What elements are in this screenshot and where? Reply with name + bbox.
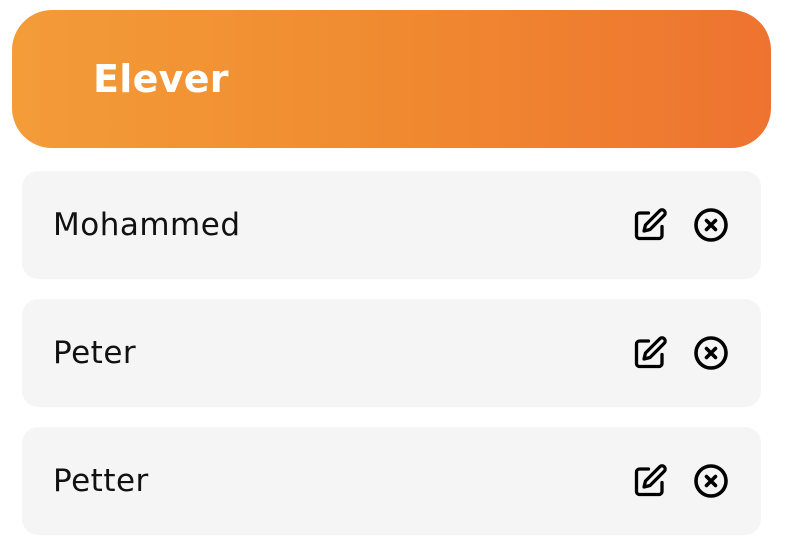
delete-button[interactable] <box>693 207 729 243</box>
delete-button[interactable] <box>693 335 729 371</box>
x-circle-icon <box>694 208 728 242</box>
list-item: Petter <box>22 427 761 535</box>
student-name: Peter <box>53 335 137 371</box>
edit-button[interactable] <box>632 335 668 371</box>
edit-icon <box>634 336 667 369</box>
x-circle-icon <box>694 464 728 498</box>
list-item: Peter <box>22 299 761 407</box>
delete-button[interactable] <box>693 463 729 499</box>
page: Elever Mohammed Peter Petter <box>0 0 786 548</box>
edit-button[interactable] <box>632 207 668 243</box>
x-circle-icon <box>694 336 728 370</box>
student-name: Petter <box>53 463 149 499</box>
page-title: Elever <box>93 57 229 101</box>
list-item: Mohammed <box>22 171 761 279</box>
edit-icon <box>634 464 667 497</box>
edit-button[interactable] <box>632 463 668 499</box>
student-list: Mohammed Peter Petter <box>22 171 761 535</box>
edit-icon <box>634 208 667 241</box>
header-banner: Elever <box>12 10 771 148</box>
student-name: Mohammed <box>53 207 241 243</box>
